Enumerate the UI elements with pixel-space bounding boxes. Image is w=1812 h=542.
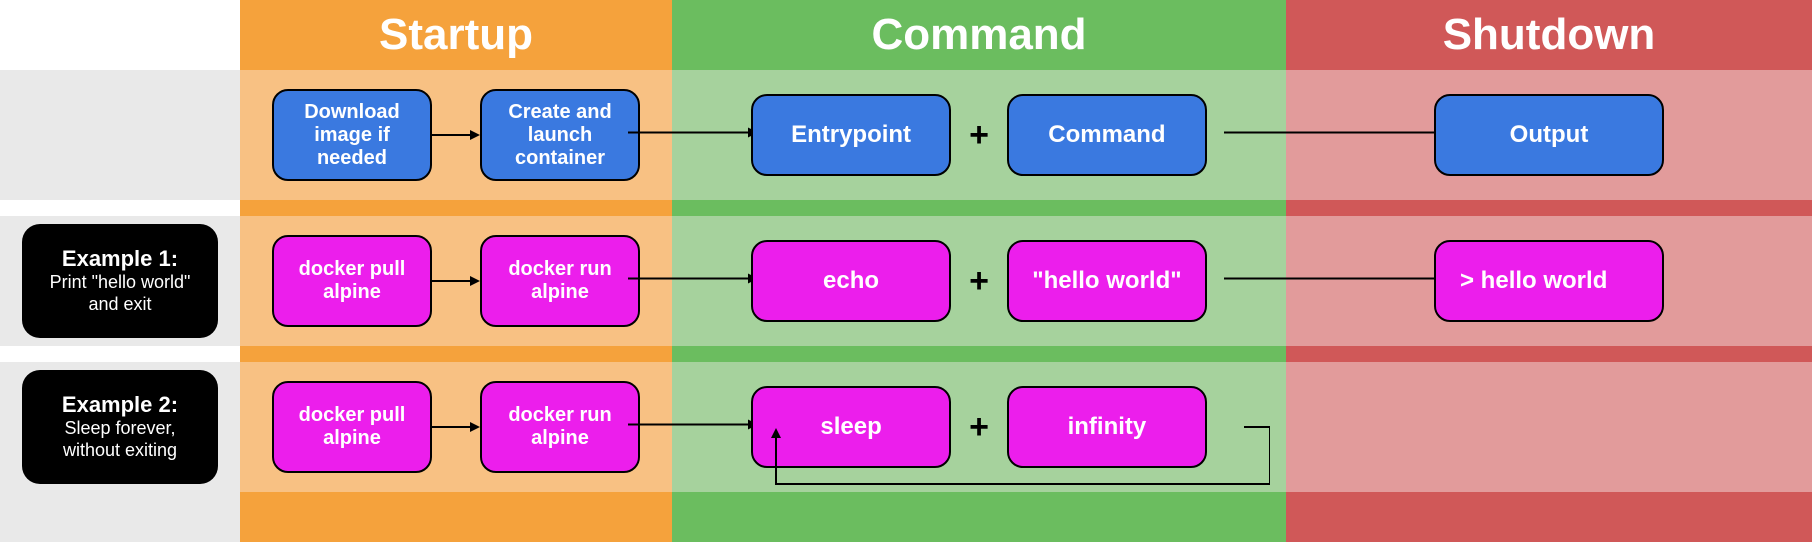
- example-1-title: Example 1:: [62, 246, 178, 272]
- row-ex2-label: Example 2: Sleep forever, without exitin…: [0, 362, 240, 492]
- node-echo: echo: [751, 240, 951, 322]
- node-infinity: infinity: [1007, 386, 1207, 468]
- plus-icon: +: [951, 262, 1007, 301]
- plus-icon: +: [951, 408, 1007, 447]
- arrow-icon: [432, 134, 480, 136]
- header-shutdown: Shutdown: [1286, 0, 1812, 70]
- row-ex1-startup: docker pull alpine docker run alpine: [240, 216, 672, 346]
- strip: [0, 492, 240, 542]
- example-2-label: Example 2: Sleep forever, without exitin…: [22, 370, 218, 484]
- header-startup: Startup: [240, 0, 672, 70]
- node-command: Command: [1007, 94, 1207, 176]
- example-1-desc: Print "hello world" and exit: [50, 272, 191, 315]
- row-ex1-command: echo + "hello world": [672, 216, 1286, 346]
- arrow-icon: [432, 426, 480, 428]
- node-entrypoint: Entrypoint: [751, 94, 951, 176]
- node-hello-world: "hello world": [1007, 240, 1207, 322]
- node-create-launch: Create and launch container: [480, 89, 640, 181]
- node-output: Output: [1434, 94, 1664, 176]
- header-command: Command: [672, 0, 1286, 70]
- row-ex1-label: Example 1: Print "hello world" and exit: [0, 216, 240, 346]
- row-ex1-shutdown: > hello world: [1286, 216, 1812, 346]
- row-ex2-startup: docker pull alpine docker run alpine: [240, 362, 672, 492]
- node-output-ex1: > hello world: [1434, 240, 1664, 322]
- arrow-icon: [432, 280, 480, 282]
- example-1-label: Example 1: Print "hello world" and exit: [22, 224, 218, 338]
- row-generic-shutdown: Output: [1286, 70, 1812, 200]
- node-docker-run: docker run alpine: [480, 381, 640, 473]
- node-docker-run: docker run alpine: [480, 235, 640, 327]
- row-generic-startup: Download image if needed Create and laun…: [240, 70, 672, 200]
- row-ex2-command: sleep + infinity: [672, 362, 1286, 492]
- plus-icon: +: [951, 116, 1007, 155]
- node-docker-pull: docker pull alpine: [272, 235, 432, 327]
- row-ex2-shutdown: [1286, 362, 1812, 492]
- example-2-desc: Sleep forever, without exiting: [63, 418, 177, 461]
- node-download-image: Download image if needed: [272, 89, 432, 181]
- node-sleep: sleep: [751, 386, 951, 468]
- strip: [0, 70, 240, 200]
- node-docker-pull: docker pull alpine: [272, 381, 432, 473]
- diagram-grid: Startup Command Shutdown Download image …: [0, 0, 1812, 542]
- example-2-title: Example 2:: [62, 392, 178, 418]
- row-generic-command: Entrypoint + Command: [672, 70, 1286, 200]
